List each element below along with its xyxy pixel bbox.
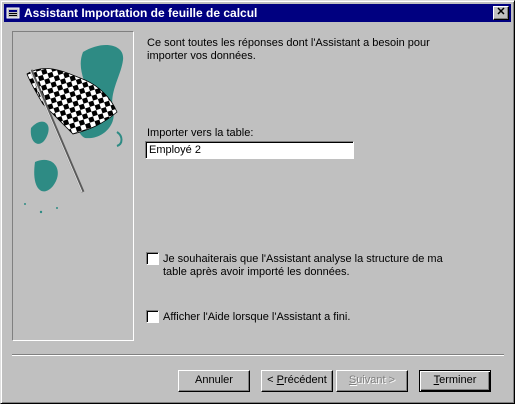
next-button-label: uivant > — [356, 374, 396, 386]
next-button[interactable]: Suivant > — [336, 370, 408, 392]
previous-button-prefix: < — [267, 374, 277, 386]
cancel-button-label: Annuler — [195, 374, 233, 386]
title-bar[interactable]: Assistant Importation de feuille de calc… — [4, 4, 511, 22]
finish-button-label: erminer — [439, 374, 477, 386]
analyze-structure-label-line-1[interactable]: Je souhaiterais que l'Assistant analyse … — [163, 252, 443, 266]
close-button[interactable]: ✕ — [493, 6, 509, 20]
analyze-structure-checkbox[interactable] — [146, 252, 159, 265]
import-wizard-window: Assistant Importation de feuille de calc… — [0, 0, 515, 404]
access-form-icon[interactable] — [6, 6, 20, 20]
previous-button[interactable]: < Précédent — [261, 370, 333, 392]
import-table-label: Importer vers la table: — [147, 127, 254, 139]
illustration-panel — [12, 31, 134, 341]
intro-text-line-1: Ce sont toutes les réponses dont l'Assis… — [147, 37, 430, 49]
button-separator — [12, 354, 504, 356]
window-title: Assistant Importation de feuille de calc… — [24, 6, 258, 20]
previous-button-label: récédent — [284, 374, 327, 386]
finish-button[interactable]: Terminer — [419, 370, 491, 392]
show-help-label[interactable]: Afficher l'Aide lorsque l'Assistant a fi… — [163, 310, 350, 324]
checkered-flag-icon — [24, 45, 124, 214]
show-help-checkbox[interactable] — [146, 310, 159, 323]
intro-text-line-2: importer vos données. — [147, 50, 256, 62]
previous-button-mnemonic: P — [276, 374, 284, 386]
cancel-button[interactable]: Annuler — [178, 370, 250, 392]
analyze-structure-label-line-2[interactable]: table après avoir importé les données. — [163, 265, 350, 279]
import-table-input[interactable]: Employé 2 — [145, 141, 354, 159]
close-icon: ✕ — [496, 6, 506, 18]
